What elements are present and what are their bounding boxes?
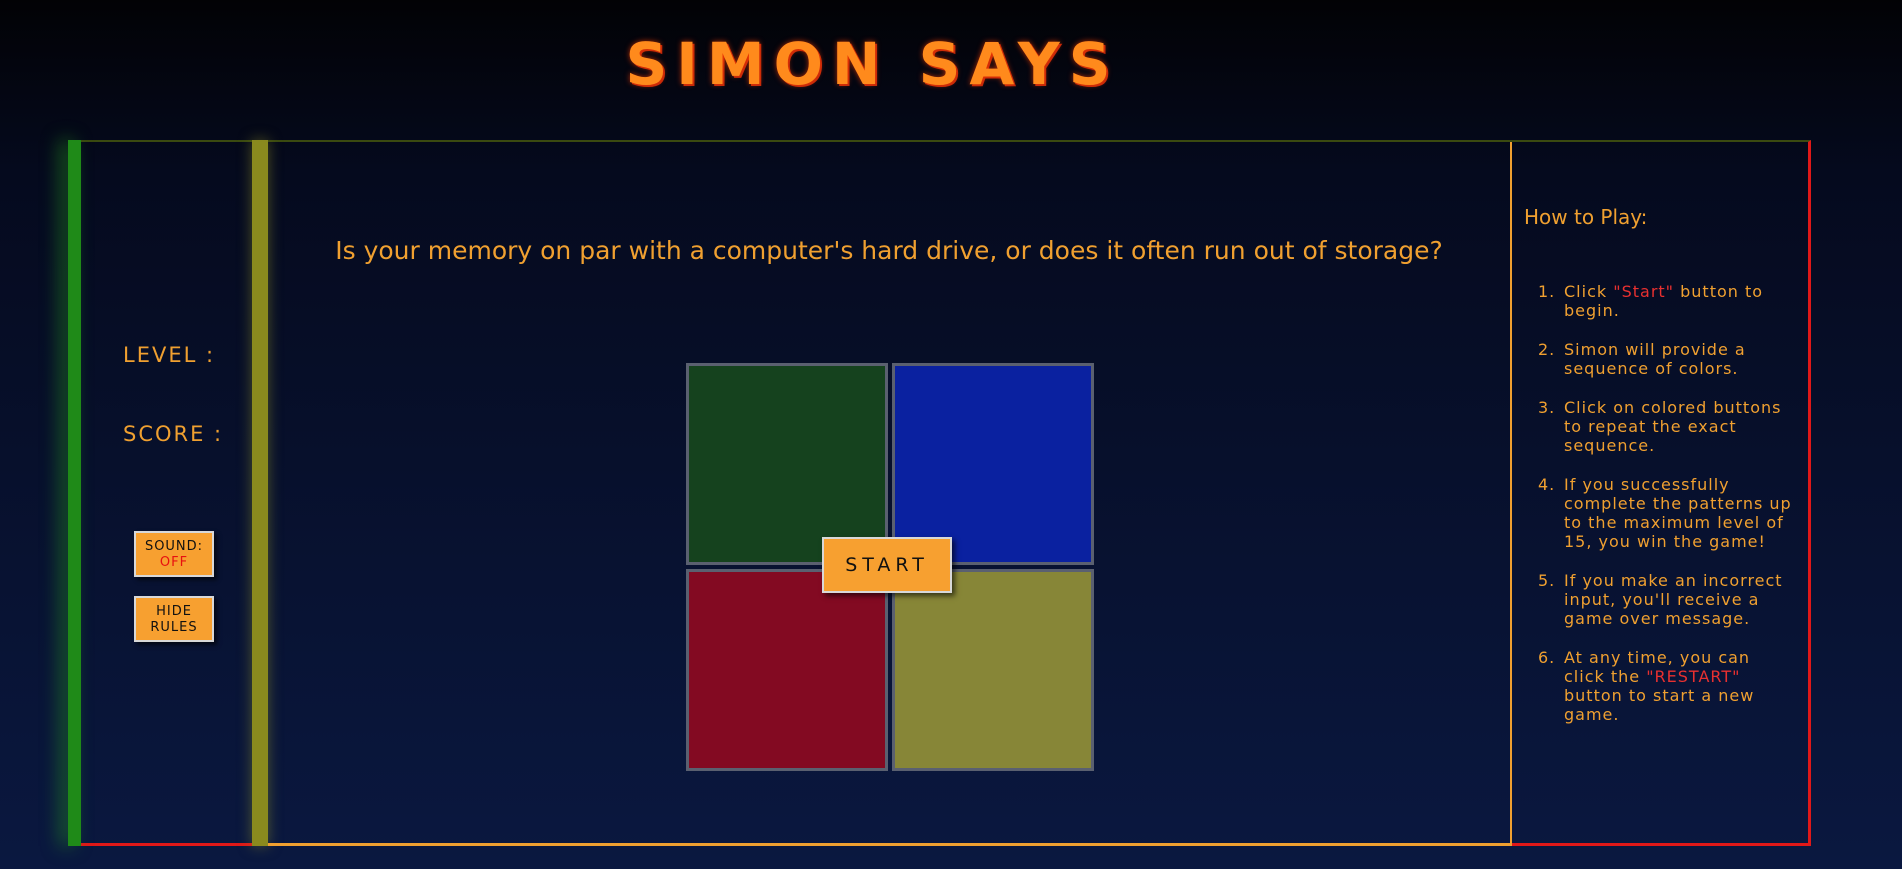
score-label: SCORE : bbox=[123, 422, 224, 446]
game-title: SIMON SAYS bbox=[625, 30, 1120, 98]
green-pad[interactable] bbox=[686, 363, 888, 565]
hide-rules-button[interactable]: HIDE RULES bbox=[134, 596, 214, 642]
rules-title: How to Play: bbox=[1524, 205, 1648, 229]
rule-item: 2. Simon will provide a sequence of color… bbox=[1538, 340, 1746, 378]
start-button[interactable]: START bbox=[822, 537, 952, 593]
rule-item: 5. If you make an incorrect input, you'll… bbox=[1538, 571, 1783, 628]
sound-toggle-button[interactable]: SOUND: OFF bbox=[134, 531, 214, 577]
board-bottom-border bbox=[268, 843, 1510, 846]
left-green-bar bbox=[68, 140, 81, 846]
rules-list: 1. Click "Start" button to begin. 2. Simon… bbox=[1524, 282, 1792, 744]
blue-pad[interactable] bbox=[892, 363, 1094, 565]
sidebar-divider bbox=[252, 140, 268, 846]
rule-item: 1. Click "Start" button to begin. bbox=[1538, 282, 1764, 320]
sound-state: OFF bbox=[159, 555, 189, 570]
rules-divider bbox=[1510, 142, 1512, 846]
yellow-pad[interactable] bbox=[892, 569, 1094, 771]
rule-item: 3. Click on colored buttons to repeat the… bbox=[1538, 398, 1782, 455]
rule-item: 4. If you successfully complete the patte… bbox=[1538, 475, 1792, 551]
red-pad[interactable] bbox=[686, 569, 888, 771]
level-label: LEVEL : bbox=[123, 343, 216, 367]
sound-button-label: SOUND: bbox=[144, 539, 204, 554]
rule-item: 6. At any time, you can click the "RESTAR… bbox=[1538, 648, 1755, 724]
question-text: Is your memory on par with a computer's … bbox=[335, 236, 1443, 265]
